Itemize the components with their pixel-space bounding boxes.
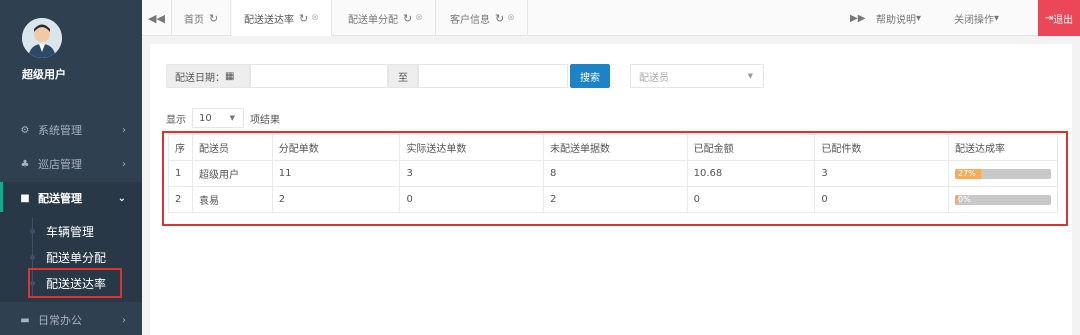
help-label: 帮助说明 xyxy=(876,14,916,26)
profile: 超级用户 xyxy=(0,0,142,112)
length-prefix: 显示 xyxy=(166,114,186,126)
sidebar-item-label: 配送管理 xyxy=(38,192,82,205)
logout-button[interactable]: ⇥ 退出 xyxy=(1038,0,1080,36)
tab-delivery-rate[interactable]: 配送送达率 ↻ ⊗ xyxy=(232,0,332,36)
sidebar-item-label: 巡店管理 xyxy=(38,158,82,171)
date-label-text: 配送日期： xyxy=(175,72,225,84)
tab-bar: ◀◀ 首页 ↻ 配送送达率 ↻ ⊗ 配送单分配 ↻ ⊗ 客户信息 ↻ ⊗ ▶▶ … xyxy=(142,0,1080,36)
refresh-icon[interactable]: ↻ xyxy=(495,12,504,25)
tab-dispatch[interactable]: 配送单分配 ↻ ⊗ xyxy=(336,0,436,36)
caret-down-icon: ▾ xyxy=(994,12,1000,24)
start-date-input[interactable] xyxy=(250,64,388,88)
caret-down-icon: ▾ xyxy=(916,12,922,24)
gears-icon: ⚙ xyxy=(20,124,30,136)
avatar[interactable] xyxy=(22,18,62,58)
sidebar-item-label: 日常办公 xyxy=(38,314,82,327)
chevron-right-icon: › xyxy=(122,314,126,326)
chevron-down-icon: ⌄ xyxy=(117,192,126,204)
tab-label: 首页 xyxy=(184,14,204,26)
sitemap-icon: ♣ xyxy=(20,158,30,170)
truck-icon: ■ xyxy=(20,192,30,204)
sidebar-item-system[interactable]: ⚙ 系统管理 › xyxy=(0,114,142,146)
close-icon[interactable]: ⊗ xyxy=(415,13,423,23)
close-icon[interactable]: ⊗ xyxy=(311,13,319,23)
highlight-box-table xyxy=(162,131,1068,226)
briefcase-icon: ▬ xyxy=(20,314,30,326)
close-icon[interactable]: ⊗ xyxy=(507,13,515,23)
logout-label: 退出 xyxy=(1053,14,1074,26)
sidebar-item-office[interactable]: ▬ 日常办公 › xyxy=(0,304,142,335)
submenu-item-dispatch[interactable]: 配送单分配 xyxy=(46,249,106,266)
tab-label: 配送单分配 xyxy=(348,14,398,26)
end-date-input[interactable] xyxy=(418,64,568,88)
tab-label: 配送送达率 xyxy=(244,14,294,26)
tab-scroll-right-button[interactable]: ▶▶ xyxy=(850,0,865,36)
sign-out-icon: ⇥ xyxy=(1044,12,1054,24)
tab-scroll-left-button[interactable]: ◀◀ xyxy=(142,0,172,36)
chevron-right-icon: › xyxy=(122,158,126,170)
sidebar-item-delivery[interactable]: ■ 配送管理 ⌄ xyxy=(0,182,142,214)
refresh-icon[interactable]: ↻ xyxy=(299,12,308,25)
refresh-icon[interactable]: ↻ xyxy=(403,12,412,25)
search-button[interactable]: 搜索 xyxy=(570,64,610,88)
tab-home[interactable]: 首页 ↻ xyxy=(172,0,232,36)
length-suffix: 项结果 xyxy=(250,114,280,126)
sidebar-item-label: 系统管理 xyxy=(38,124,82,137)
calendar-icon: ▦ xyxy=(225,70,235,82)
submenu-dot xyxy=(30,255,35,260)
page-length-control: 显示 10 ▼ 项结果 xyxy=(166,108,280,128)
submenu-item-vehicles[interactable]: 车辆管理 xyxy=(46,223,94,240)
chevron-right-icon: › xyxy=(122,124,126,136)
page-length-select[interactable]: 10 ▼ xyxy=(192,108,244,128)
caret-down-icon: ▼ xyxy=(229,114,235,122)
courier-select[interactable]: 配送员 ▼ xyxy=(630,64,764,88)
sidebar-item-patrol[interactable]: ♣ 巡店管理 › xyxy=(0,148,142,180)
close-ops-menu[interactable]: 关闭操作 ▾ xyxy=(954,0,999,36)
tab-customers[interactable]: 客户信息 ↻ ⊗ xyxy=(438,0,528,36)
to-label: 至 xyxy=(388,64,418,88)
username: 超级用户 xyxy=(22,68,66,81)
tab-label: 客户信息 xyxy=(450,14,490,26)
date-filter-label: 配送日期： ▦ xyxy=(166,64,250,88)
page-length-value: 10 xyxy=(199,112,212,124)
highlight-box-submenu xyxy=(28,268,122,298)
courier-placeholder: 配送员 xyxy=(639,72,669,84)
submenu-dot xyxy=(30,229,35,234)
close-ops-label: 关闭操作 xyxy=(954,14,994,26)
caret-down-icon: ▼ xyxy=(747,72,753,80)
help-menu[interactable]: 帮助说明 ▾ xyxy=(876,0,921,36)
refresh-icon[interactable]: ↻ xyxy=(209,12,218,25)
